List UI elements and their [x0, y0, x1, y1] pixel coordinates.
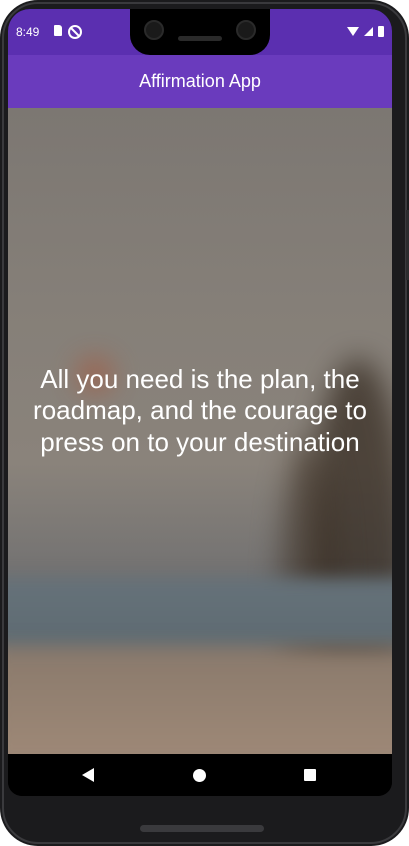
- back-icon[interactable]: [82, 768, 94, 782]
- home-icon[interactable]: [193, 769, 206, 782]
- earpiece-speaker: [178, 36, 222, 41]
- status-icons-right: [347, 26, 384, 37]
- front-camera-icon: [144, 20, 164, 40]
- affirmation-background: All you need is the plan, the roadmap, a…: [8, 108, 392, 754]
- status-icons-left: [54, 25, 82, 39]
- display-notch: [130, 9, 270, 55]
- front-camera-icon: [236, 20, 256, 40]
- sd-card-icon: [54, 25, 62, 36]
- background-sea: [8, 578, 392, 648]
- affirmation-quote: All you need is the plan, the roadmap, a…: [33, 364, 367, 457]
- app-bar: Affirmation App: [8, 55, 392, 108]
- wifi-icon: [347, 27, 359, 36]
- screen: 8:49 Affirmation App All you need is the…: [8, 9, 392, 796]
- do-not-disturb-icon: [68, 25, 82, 39]
- signal-icon: [364, 27, 373, 36]
- background-sand: [8, 648, 392, 754]
- navigation-bar: [8, 754, 392, 796]
- status-time: 8:49: [16, 25, 40, 39]
- battery-icon: [378, 26, 384, 37]
- recents-icon[interactable]: [304, 769, 316, 781]
- phone-chin-speaker: [140, 825, 264, 832]
- app-title: Affirmation App: [139, 71, 261, 91]
- phone-frame: 8:49 Affirmation App All you need is the…: [0, 0, 409, 846]
